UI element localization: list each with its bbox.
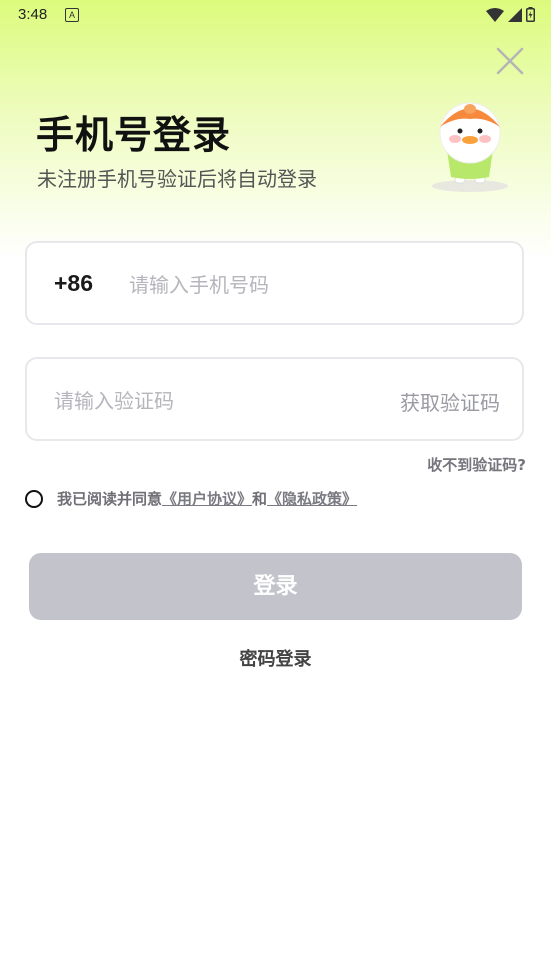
page-subtitle: 未注册手机号验证后将自动登录 (37, 167, 317, 191)
get-code-button[interactable]: 获取验证码 (400, 387, 500, 416)
battery-icon (526, 7, 535, 22)
agreement-checkbox[interactable] (25, 489, 43, 508)
wifi-icon (486, 7, 504, 22)
password-login-link[interactable]: 密码登录 (0, 645, 551, 671)
country-code-selector[interactable]: +86 (54, 270, 93, 297)
duck-mascot-illustration (432, 102, 508, 192)
status-time: 3:48 (18, 6, 48, 23)
verification-code-input[interactable] (52, 385, 376, 417)
agreement-conjunction: 和 (252, 490, 268, 508)
cell-signal-icon (508, 7, 522, 22)
page-title: 手机号登录 (36, 113, 232, 157)
phone-field: +86 (25, 241, 524, 325)
privacy-policy-link[interactable]: 《隐私政策》 (267, 488, 357, 509)
phone-input[interactable] (127, 269, 511, 301)
agreement-prefix: 我已阅读并同意 (57, 490, 163, 508)
notification-icon: A (65, 8, 79, 22)
user-agreement-link[interactable]: 《用户协议》 (162, 488, 252, 509)
close-button[interactable] (495, 46, 525, 76)
status-bar: 3:48 A (0, 0, 551, 30)
agreement-row: 我已阅读并同意 《用户协议》 和 《隐私政策》 (25, 488, 357, 509)
login-button[interactable]: 登录 (29, 553, 522, 620)
verification-code-field: 获取验证码 (25, 357, 524, 441)
no-code-link[interactable]: 收不到验证码? (427, 454, 526, 475)
close-icon (496, 47, 524, 75)
status-icons (486, 7, 535, 22)
